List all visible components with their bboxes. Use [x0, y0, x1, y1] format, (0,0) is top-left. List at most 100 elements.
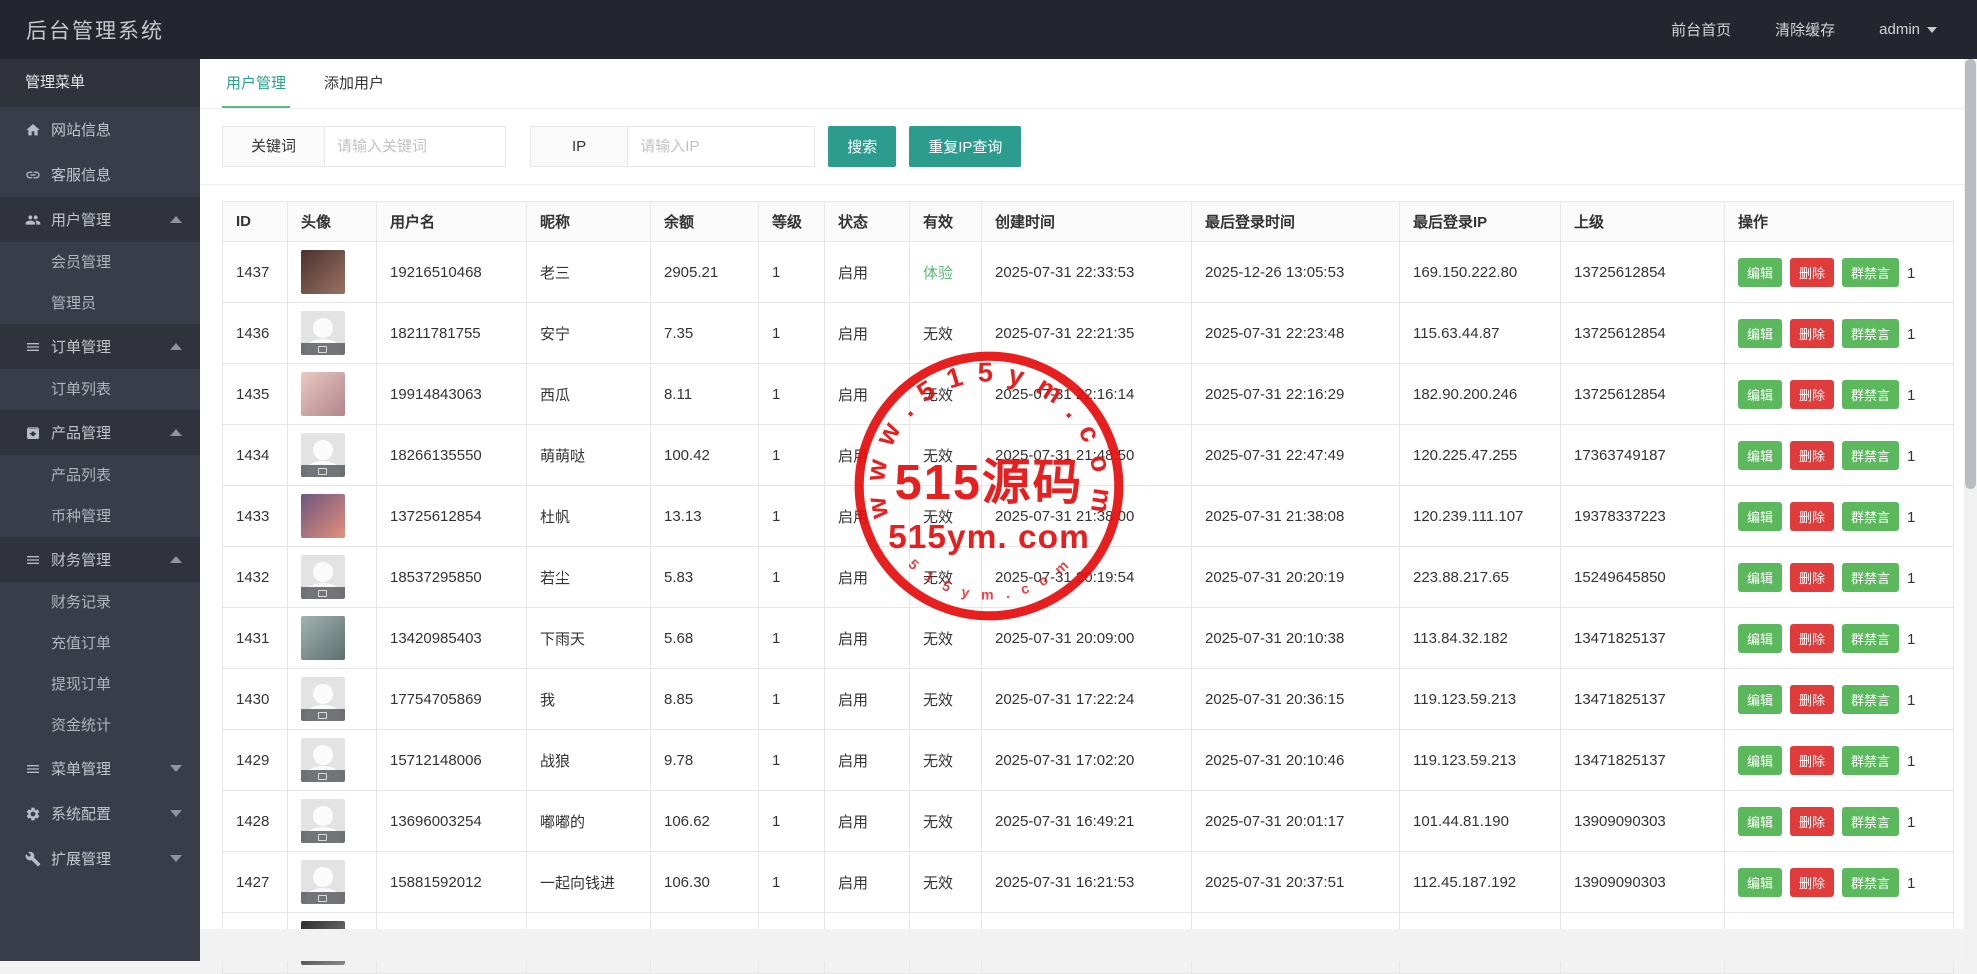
cell-created-time: 2025-07-31 20:19:54 [981, 546, 1192, 608]
mute-button[interactable]: 群禁言 [1842, 684, 1900, 714]
mute-button[interactable]: 群禁言 [1842, 501, 1900, 531]
delete-button[interactable]: 删除 [1790, 501, 1835, 531]
main-content: 用户管理 添加用户 关键词 IP 搜索 重复IP查询 ID头像用户名昵称余额等级… [200, 58, 1977, 974]
sidebar-item-用户管理[interactable]: 用户管理 [0, 197, 200, 242]
delete-button[interactable]: 删除 [1790, 379, 1835, 409]
edit-button[interactable]: 编辑 [1738, 257, 1783, 287]
keyword-input[interactable] [324, 126, 507, 167]
avatar-default[interactable] [301, 860, 345, 904]
edit-button[interactable]: 编辑 [1738, 745, 1783, 775]
edit-button[interactable]: 编辑 [1738, 318, 1783, 348]
scrollbar-thumb[interactable] [1965, 59, 1976, 489]
ip-input[interactable] [627, 126, 816, 167]
delete-button[interactable]: 删除 [1790, 440, 1835, 470]
edit-button[interactable]: 编辑 [1738, 867, 1783, 897]
delete-button[interactable]: 删除 [1790, 257, 1835, 287]
sidebar-item-网站信息[interactable]: 网站信息 [0, 107, 200, 152]
sidebar-item-菜单管理[interactable]: 菜单管理 [0, 746, 200, 791]
mute-button[interactable]: 群禁言 [1842, 379, 1900, 409]
edit-button[interactable]: 编辑 [1738, 562, 1783, 592]
action-count: 1 [1907, 508, 1916, 526]
cell-nickname: 下雨天 [526, 607, 651, 669]
sidebar-item-系统配置[interactable]: 系统配置 [0, 791, 200, 836]
duplicate-ip-query-button[interactable]: 重复IP查询 [909, 126, 1022, 167]
users-icon [25, 212, 41, 228]
avatar-default[interactable] [301, 433, 345, 477]
sidebar-subitem-充值订单[interactable]: 充值订单 [0, 623, 200, 664]
delete-button[interactable]: 删除 [1790, 318, 1835, 348]
cell-created-time: 2025-07-31 16:21:53 [981, 851, 1192, 913]
menu-icon [25, 761, 41, 777]
sidebar-subitem-财务记录[interactable]: 财务记录 [0, 582, 200, 623]
sidebar-item-label: 菜单管理 [51, 761, 112, 778]
cell-valid: 无效 [909, 668, 982, 730]
mute-button[interactable]: 群禁言 [1842, 562, 1900, 592]
avatar-default[interactable] [301, 555, 345, 599]
sidebar-item-label: 网站信息 [51, 122, 112, 139]
cell-status: 启用 [824, 546, 910, 608]
avatar-upload-band [301, 709, 345, 721]
action-count: 1 [1907, 386, 1916, 404]
mute-button[interactable]: 群禁言 [1842, 806, 1900, 836]
frontend-home-link[interactable]: 前台首页 [1671, 19, 1731, 40]
sidebar-item-label: 用户管理 [51, 212, 112, 229]
cell-created-time: 2025-07-31 20:09:00 [981, 607, 1192, 669]
sidebar-subitem-订单列表[interactable]: 订单列表 [0, 369, 200, 410]
sidebar-item-财务管理[interactable]: 财务管理 [0, 537, 200, 582]
sidebar-subitem-提现订单[interactable]: 提现订单 [0, 664, 200, 705]
cell-actions: 编辑删除群禁言 1 [1724, 729, 1954, 791]
avatar-default[interactable] [301, 738, 345, 782]
sidebar-item-label: 产品管理 [51, 425, 112, 442]
sidebar-subitem-管理员[interactable]: 管理员 [0, 283, 200, 324]
cell-created-time: 2025-07-31 22:33:53 [981, 241, 1192, 303]
edit-button[interactable]: 编辑 [1738, 684, 1783, 714]
delete-button[interactable]: 删除 [1790, 623, 1835, 653]
search-button[interactable]: 搜索 [828, 126, 897, 167]
clear-cache-link[interactable]: 清除缓存 [1775, 19, 1835, 40]
ip-label: IP [530, 126, 628, 167]
mute-button[interactable]: 群禁言 [1842, 440, 1900, 470]
edit-button[interactable]: 编辑 [1738, 379, 1783, 409]
sidebar-subitem-资金统计[interactable]: 资金统计 [0, 705, 200, 746]
sidebar-subitem-币种管理[interactable]: 币种管理 [0, 496, 200, 537]
home-icon [25, 122, 41, 138]
avatar-default[interactable] [301, 677, 345, 721]
edit-button[interactable]: 编辑 [1738, 501, 1783, 531]
delete-button[interactable]: 删除 [1790, 562, 1835, 592]
tab-user-management[interactable]: 用户管理 [222, 58, 291, 108]
edit-button[interactable]: 编辑 [1738, 440, 1783, 470]
mute-button[interactable]: 群禁言 [1842, 318, 1900, 348]
avatar-photo[interactable] [301, 250, 345, 294]
avatar-photo[interactable] [301, 616, 345, 660]
sidebar-item-扩展管理[interactable]: 扩展管理 [0, 836, 200, 881]
avatar-default[interactable] [301, 311, 345, 355]
delete-button[interactable]: 删除 [1790, 684, 1835, 714]
delete-button[interactable]: 删除 [1790, 806, 1835, 836]
scrollbar-track[interactable] [1964, 59, 1977, 961]
sidebar-item-订单管理[interactable]: 订单管理 [0, 324, 200, 369]
sidebar-item-客服信息[interactable]: 客服信息 [0, 152, 200, 197]
sidebar-item-label: 财务管理 [51, 552, 112, 569]
delete-button[interactable]: 删除 [1790, 745, 1835, 775]
mute-button[interactable]: 群禁言 [1842, 745, 1900, 775]
edit-button[interactable]: 编辑 [1738, 623, 1783, 653]
avatar-photo[interactable] [301, 494, 345, 538]
mute-button[interactable]: 群禁言 [1842, 623, 1900, 653]
avatar-default[interactable] [301, 799, 345, 843]
avatar-photo[interactable] [301, 372, 345, 416]
mute-button[interactable]: 群禁言 [1842, 867, 1900, 897]
cell-valid: 无效 [909, 485, 982, 547]
user-menu[interactable]: admin [1879, 21, 1937, 38]
sidebar-subitem-产品列表[interactable]: 产品列表 [0, 455, 200, 496]
column-header: 余额 [650, 201, 759, 242]
edit-button[interactable]: 编辑 [1738, 806, 1783, 836]
sidebar-subitem-会员管理[interactable]: 会员管理 [0, 242, 200, 283]
tab-add-user[interactable]: 添加用户 [320, 58, 388, 108]
delete-button[interactable]: 删除 [1790, 867, 1835, 897]
mute-button[interactable]: 群禁言 [1842, 257, 1900, 287]
column-header: ID [222, 201, 288, 242]
cell-id: 1436 [222, 302, 288, 364]
sidebar-item-产品管理[interactable]: 产品管理 [0, 410, 200, 455]
cell-last-login-ip: 169.150.222.80 [1399, 241, 1561, 303]
cell-level: 1 [758, 546, 825, 608]
